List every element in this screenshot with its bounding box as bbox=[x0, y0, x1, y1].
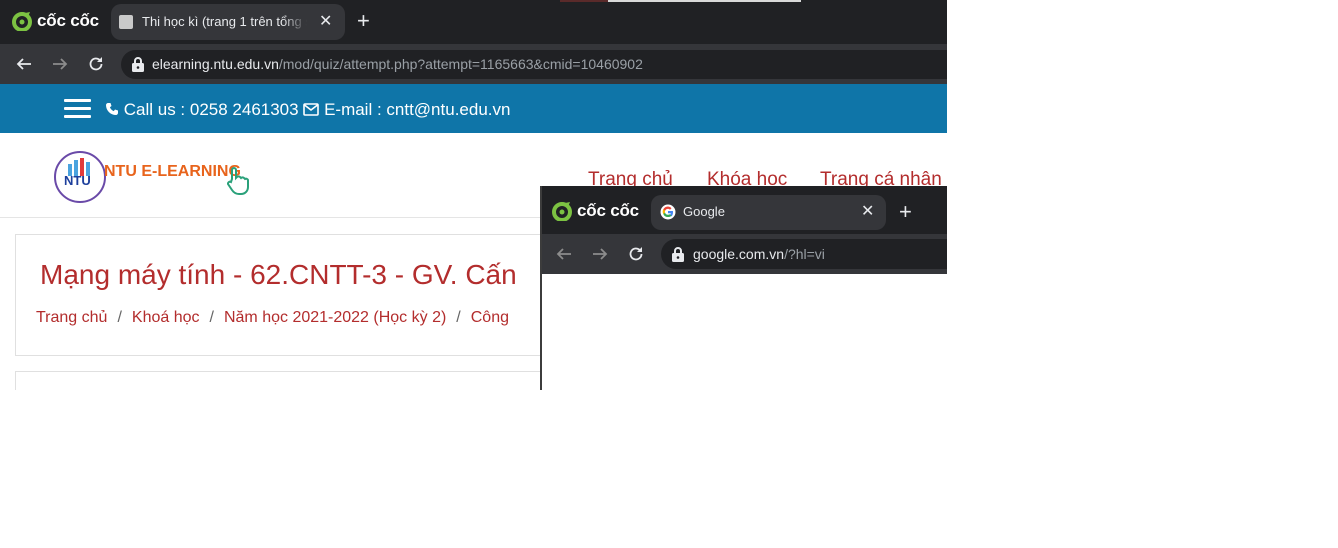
lock-icon[interactable] bbox=[131, 56, 145, 77]
back-arrow-icon[interactable] bbox=[15, 55, 33, 76]
window-edge-accent bbox=[560, 0, 608, 2]
coccoc-logo-icon bbox=[12, 12, 32, 31]
coccoc-menu-button[interactable]: cốc cốc bbox=[12, 11, 99, 31]
url-text: elearning.ntu.edu.vn/mod/quiz/attempt.ph… bbox=[152, 56, 643, 72]
coccoc-logo-icon bbox=[552, 202, 572, 221]
breadcrumb-separator: / bbox=[209, 309, 214, 326]
tab-google[interactable]: Google ✕ bbox=[651, 195, 886, 230]
breadcrumb-separator: / bbox=[456, 309, 461, 326]
tab-quiz[interactable]: Thi học kì (trang 1 trên tổng số ✕ bbox=[111, 4, 345, 40]
hamburger-menu-icon[interactable] bbox=[64, 99, 91, 118]
browser-toolbar: google.com.vn/?hl=vi bbox=[540, 234, 947, 274]
contact-info: Call us : 0258 2461303 E-mail : cntt@ntu… bbox=[105, 100, 510, 120]
back-arrow-icon[interactable] bbox=[555, 245, 573, 266]
tab-title: Google bbox=[683, 204, 725, 219]
site-topbar: Call us : 0258 2461303 E-mail : cntt@ntu… bbox=[0, 84, 947, 133]
breadcrumb-department[interactable]: Công bbox=[471, 309, 509, 326]
url-host: google.com.vn bbox=[693, 246, 785, 262]
lock-icon[interactable] bbox=[671, 246, 685, 267]
breadcrumb-term[interactable]: Năm học 2021-2022 (Học kỳ 2) bbox=[224, 309, 446, 326]
forward-arrow-icon[interactable] bbox=[51, 55, 69, 76]
breadcrumb-home[interactable]: Trang chủ bbox=[36, 309, 107, 326]
breadcrumb-separator: / bbox=[117, 309, 122, 326]
url-host: elearning.ntu.edu.vn bbox=[152, 56, 279, 72]
email-label[interactable]: E-mail : cntt@ntu.edu.vn bbox=[324, 100, 510, 119]
tab-strip: cốc cốc Thi học kì (trang 1 trên tổng số… bbox=[0, 0, 947, 44]
url-path: /?hl=vi bbox=[784, 246, 825, 262]
reload-icon[interactable] bbox=[627, 245, 645, 266]
envelope-icon bbox=[303, 103, 320, 116]
google-favicon-icon bbox=[660, 204, 676, 225]
coccoc-brand-label: cốc cốc bbox=[577, 201, 639, 220]
url-text: google.com.vn/?hl=vi bbox=[693, 246, 825, 262]
ntu-logo[interactable]: NTU bbox=[54, 151, 106, 203]
pointer-hand-icon bbox=[224, 167, 252, 202]
address-bar[interactable]: google.com.vn/?hl=vi bbox=[661, 239, 947, 269]
course-title: Mạng máy tính - 62.CNTT-3 - GV. Cấn bbox=[40, 259, 517, 290]
browser-toolbar: elearning.ntu.edu.vn/mod/quiz/attempt.ph… bbox=[0, 44, 947, 84]
coccoc-brand-label: cốc cốc bbox=[37, 11, 99, 30]
page-favicon-icon bbox=[119, 15, 133, 29]
phone-icon bbox=[106, 103, 118, 115]
breadcrumb-courses[interactable]: Khoá học bbox=[132, 309, 200, 326]
reload-icon[interactable] bbox=[87, 55, 105, 76]
phone-label: Call us : 0258 2461303 bbox=[123, 100, 299, 119]
new-tab-button[interactable]: + bbox=[357, 10, 370, 32]
close-icon[interactable]: ✕ bbox=[861, 203, 874, 221]
url-path: /mod/quiz/attempt.php?attempt=1165663&cm… bbox=[278, 56, 643, 72]
tab-title: Thi học kì (trang 1 trên tổng số bbox=[142, 14, 307, 29]
new-tab-button[interactable]: + bbox=[899, 201, 912, 223]
google-browser-window: cốc cốc Google ✕ + google.com.vn/?hl=vi bbox=[540, 186, 947, 390]
google-page-content bbox=[540, 274, 947, 390]
coccoc-menu-button[interactable]: cốc cốc bbox=[552, 201, 639, 221]
window-frame-edge bbox=[540, 186, 542, 390]
forward-arrow-icon[interactable] bbox=[591, 245, 609, 266]
site-name[interactable]: NTU E-LEARNING bbox=[104, 163, 241, 181]
tab-strip: cốc cốc Google ✕ + bbox=[540, 186, 947, 234]
breadcrumb: Trang chủ / Khoá học / Năm học 2021-2022 (Họ… bbox=[36, 309, 509, 327]
address-bar[interactable]: elearning.ntu.edu.vn/mod/quiz/attempt.ph… bbox=[121, 50, 947, 79]
close-icon[interactable]: ✕ bbox=[319, 13, 332, 31]
logo-short-text: NTU bbox=[64, 173, 91, 188]
